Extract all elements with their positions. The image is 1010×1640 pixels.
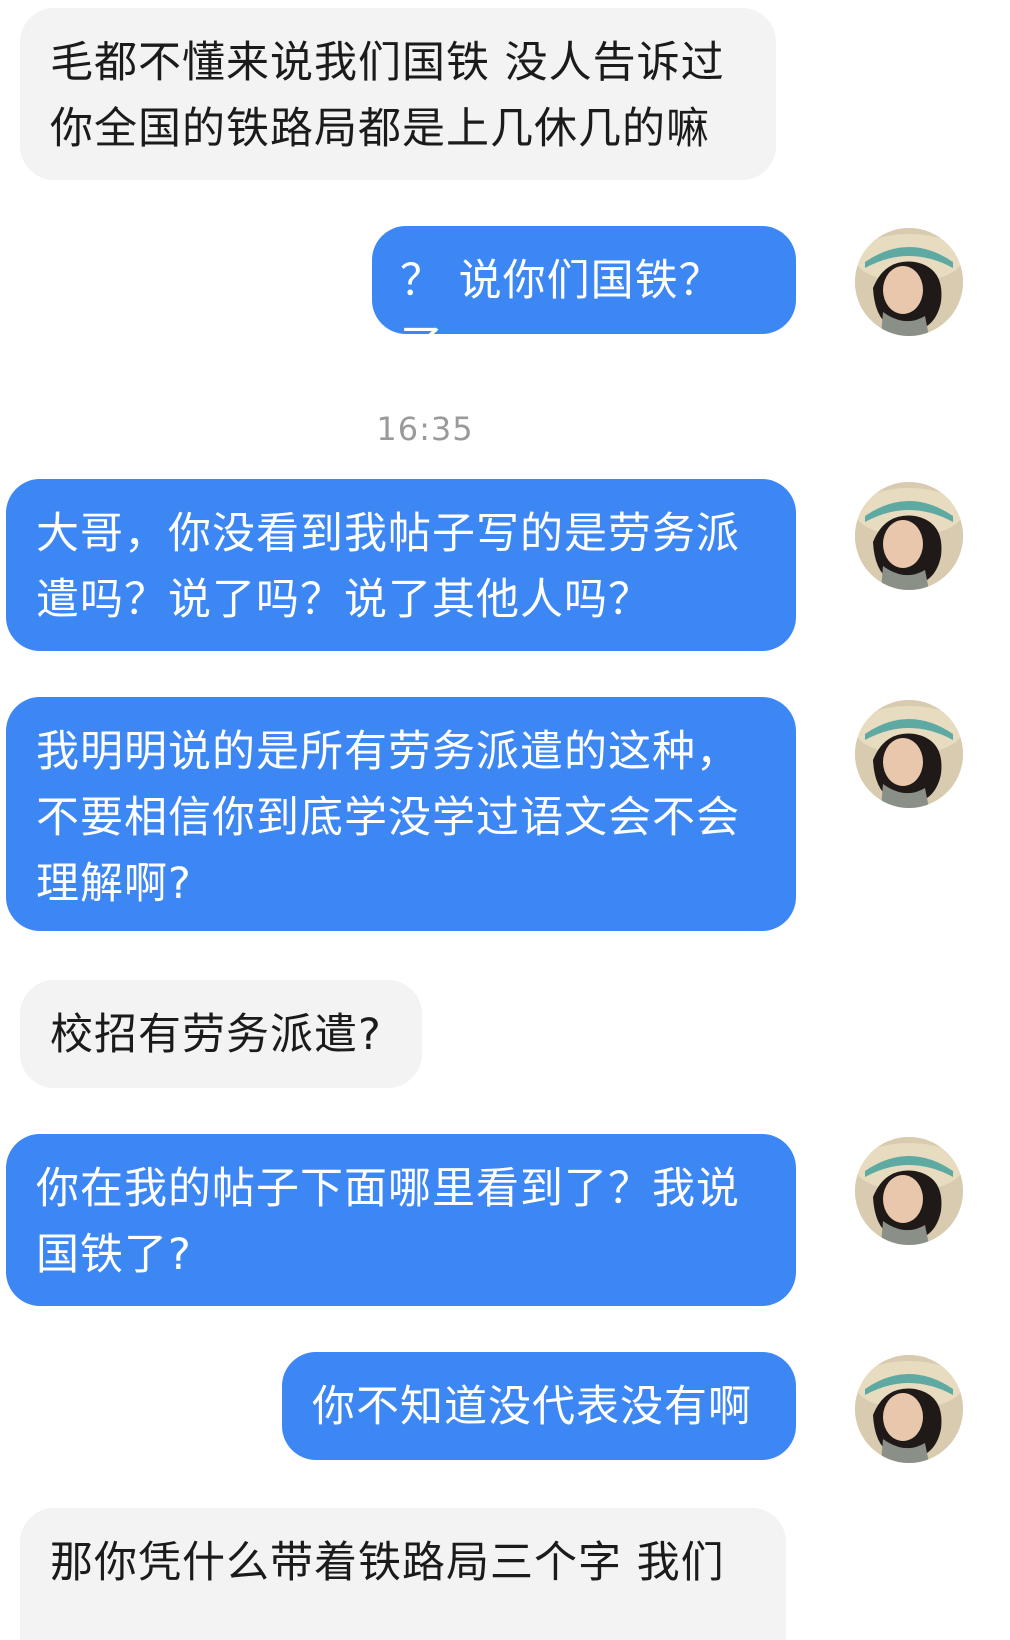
avatar-photo-icon xyxy=(855,228,963,336)
user-avatar[interactable] xyxy=(855,700,963,808)
sent-message-bubble[interactable]: ？ 说你们国铁？ 了 xyxy=(372,226,796,334)
user-avatar[interactable] xyxy=(855,1137,963,1245)
avatar-photo-icon xyxy=(855,1355,963,1463)
received-message-bubble[interactable]: 毛都不懂来说我们国铁 没人告诉过 你全国的铁路局都是上几休几的嘛 xyxy=(20,8,776,180)
received-message-bubble[interactable]: 那你凭什么带着铁路局三个字 我们 xyxy=(20,1508,786,1640)
chat-conversation[interactable]: 毛都不懂来说我们国铁 没人告诉过 你全国的铁路局都是上几休几的嘛 ？ 说你们国铁… xyxy=(0,0,1010,1640)
avatar-photo-icon xyxy=(855,482,963,590)
sent-message-bubble[interactable]: 我明明说的是所有劳务派遣的这种， 不要相信你到底学没学过语文会不会 理解啊? xyxy=(6,697,796,931)
avatar-photo-icon xyxy=(855,700,963,808)
user-avatar[interactable] xyxy=(855,482,963,590)
user-avatar[interactable] xyxy=(855,1355,963,1463)
message-timestamp: 16:35 xyxy=(376,410,474,448)
received-message-bubble[interactable]: 校招有劳务派遣? xyxy=(20,980,422,1088)
user-avatar[interactable] xyxy=(855,228,963,336)
sent-message-bubble[interactable]: 你在我的帖子下面哪里看到了？我说 国铁了? xyxy=(6,1134,796,1306)
sent-message-bubble[interactable]: 你不知道没代表没有啊 xyxy=(282,1352,796,1460)
avatar-photo-icon xyxy=(855,1137,963,1245)
sent-message-bubble[interactable]: 大哥，你没看到我帖子写的是劳务派 遣吗？说了吗？说了其他人吗？ xyxy=(6,479,796,651)
